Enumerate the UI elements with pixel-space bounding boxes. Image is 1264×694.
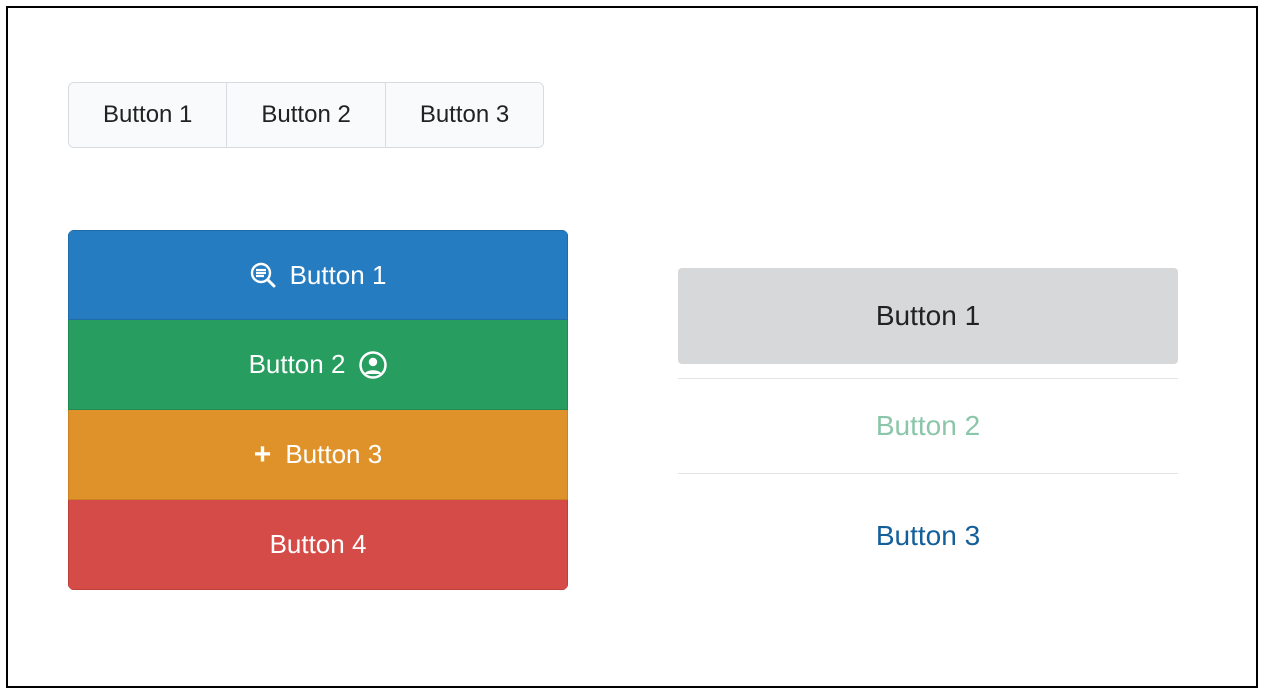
right-button-3[interactable]: Button 3 (678, 488, 1178, 584)
top-button-3[interactable]: Button 3 (385, 83, 543, 147)
vert-button-3[interactable]: + Button 3 (68, 410, 568, 500)
vert-button-2-label: Button 2 (249, 349, 346, 380)
button-group-vertical-colored: Button 1 Button 2 + Button 3 Button 4 (68, 230, 568, 590)
plus-icon: + (254, 440, 272, 470)
vert-button-1[interactable]: Button 1 (68, 230, 568, 320)
top-button-2[interactable]: Button 2 (226, 83, 384, 147)
example-frame: Button 1 Button 2 Button 3 Button 1 Butt… (6, 6, 1258, 688)
zoom-search-icon (250, 262, 276, 288)
vert-button-4-label: Button 4 (270, 529, 367, 560)
vert-button-2[interactable]: Button 2 (68, 320, 568, 410)
button-group-vertical-outline: Button 1 Button 2 Button 3 (678, 268, 1178, 584)
vert-button-3-label: Button 3 (285, 439, 382, 470)
right-button-2-label: Button 2 (876, 410, 980, 442)
vert-button-1-label: Button 1 (290, 260, 387, 291)
right-button-2[interactable]: Button 2 (678, 378, 1178, 474)
vert-button-4[interactable]: Button 4 (68, 500, 568, 590)
right-button-1-label: Button 1 (876, 300, 980, 332)
right-button-3-label: Button 3 (876, 520, 980, 552)
user-circle-icon (359, 351, 387, 379)
button-group-horizontal: Button 1 Button 2 Button 3 (68, 82, 544, 148)
right-button-1[interactable]: Button 1 (678, 268, 1178, 364)
top-button-1[interactable]: Button 1 (69, 83, 226, 147)
